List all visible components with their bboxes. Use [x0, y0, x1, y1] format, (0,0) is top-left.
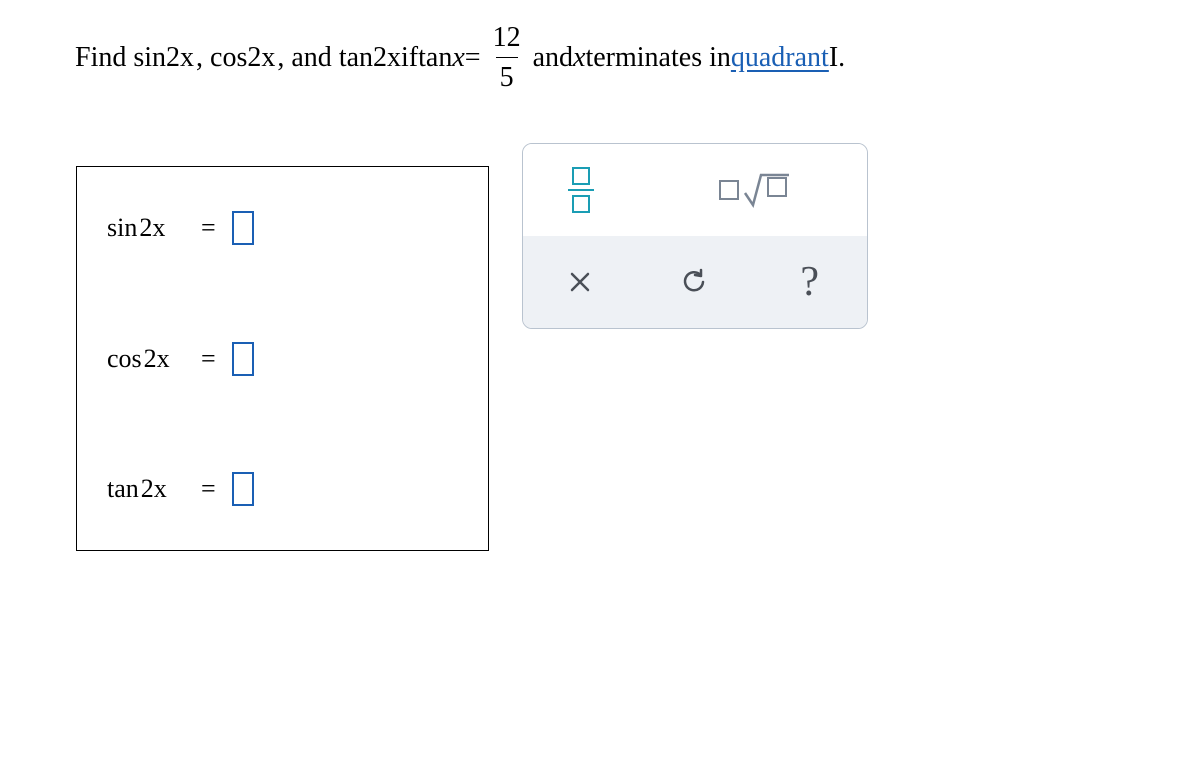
arg-2x-2: 2x — [247, 38, 275, 77]
sqrt-icon — [719, 171, 787, 209]
help-button[interactable]: ? — [752, 236, 867, 328]
label-sin: sin — [107, 213, 137, 242]
func-cos: cos — [210, 38, 247, 77]
var-x: x — [573, 38, 585, 77]
fraction-button[interactable] — [523, 144, 638, 236]
fraction-icon — [568, 167, 594, 214]
label-cos: cos — [107, 344, 142, 373]
eq-1: = — [201, 213, 216, 243]
reset-button[interactable] — [638, 236, 753, 328]
question-text: Find sin 2x , cos 2x , and tan 2x if tan… — [75, 18, 1185, 97]
eq-2: = — [201, 344, 216, 374]
palette-row-tools — [523, 144, 867, 236]
func-tan: tan — [339, 38, 373, 77]
equals: = — [465, 38, 481, 77]
text-terminates: terminates in — [585, 38, 730, 77]
input-cos2x[interactable] — [232, 342, 254, 376]
reset-icon — [681, 268, 709, 296]
sqrt-button[interactable] — [638, 144, 867, 236]
arg-x: x — [452, 38, 464, 77]
answer-row-cos: cos2x = — [107, 342, 460, 376]
label-cos-arg: 2x — [144, 344, 170, 373]
eq-3: = — [201, 474, 216, 504]
help-icon: ? — [800, 258, 819, 306]
label-tan: tan — [107, 474, 139, 503]
sep1: , — [196, 38, 203, 77]
palette-row-actions: ? — [523, 236, 867, 328]
input-sin2x[interactable] — [232, 211, 254, 245]
sep2: , and — [277, 38, 331, 77]
arg-2x-1: 2x — [166, 38, 194, 77]
answer-panel: sin2x = cos2x = tan2x = — [76, 166, 489, 551]
numerator: 12 — [489, 18, 525, 57]
label-sin-arg: 2x — [139, 213, 165, 242]
close-icon — [568, 270, 592, 294]
text-if: if — [401, 38, 418, 77]
label-tan-arg: 2x — [141, 474, 167, 503]
answer-row-sin: sin2x = — [107, 211, 460, 245]
func-sin: sin — [133, 38, 166, 77]
text-find: Find — [75, 38, 126, 77]
text-and: and — [533, 38, 573, 77]
clear-button[interactable] — [523, 236, 638, 328]
text-I: I. — [829, 38, 845, 77]
input-tan2x[interactable] — [232, 472, 254, 506]
arg-2x-3: 2x — [373, 38, 401, 77]
denominator: 5 — [496, 57, 518, 97]
answer-row-tan: tan2x = — [107, 472, 460, 506]
link-quadrant[interactable]: quadrant — [731, 38, 829, 77]
func-tanx: tan — [418, 38, 452, 77]
math-palette: ? — [522, 143, 868, 329]
fraction-12-5: 12 5 — [489, 18, 525, 97]
